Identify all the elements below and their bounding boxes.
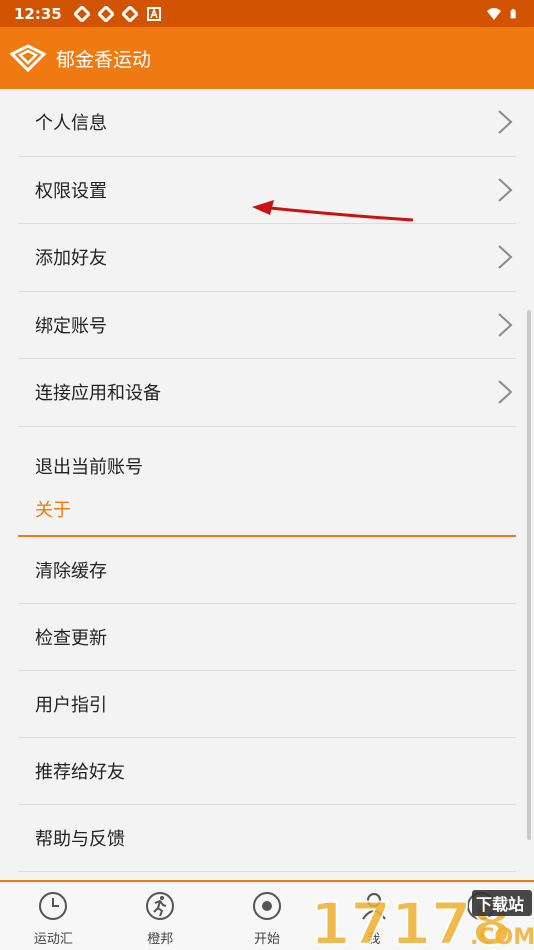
- menu-item-connect-apps[interactable]: 连接应用和设备: [18, 359, 516, 427]
- app-logo-icon: [9, 44, 47, 73]
- nav-item-me[interactable]: 我: [320, 882, 427, 950]
- app-notification-icon: [121, 5, 138, 22]
- nav-item-start[interactable]: 开始: [214, 882, 321, 950]
- a-notification-icon: [146, 6, 161, 21]
- nav-item-sports-hub[interactable]: 运动汇: [0, 882, 107, 950]
- menu-item-help-feedback[interactable]: 帮助与反馈: [18, 805, 516, 872]
- menu-item-clear-cache[interactable]: 清除缓存: [18, 537, 516, 604]
- menu-item-label: 清除缓存: [35, 560, 107, 582]
- nav-label: 我: [367, 932, 381, 947]
- person-icon: [361, 893, 386, 920]
- menu-item-logout[interactable]: 退出当前账号: [18, 427, 516, 496]
- menu-item-add-friend[interactable]: 添加好友: [18, 224, 516, 292]
- menu-item-permissions[interactable]: 权限设置: [18, 157, 516, 224]
- chevron-right-icon: [498, 245, 513, 269]
- nav-label: 运动汇: [33, 932, 73, 947]
- app-bar: 郁金香运动: [0, 27, 534, 89]
- menu-item-label: 帮助与反馈: [35, 828, 125, 850]
- menu-item-label: 添加好友: [35, 248, 107, 270]
- status-bar: 12:35: [0, 0, 534, 27]
- settings-menu: 个人信息 权限设置 添加好友 绑定账号 连接应用和设备 退出当前账号 关于 清除…: [0, 89, 534, 872]
- menu-item-bind-account[interactable]: 绑定账号: [18, 292, 516, 359]
- clock-icon: [39, 892, 68, 920]
- app-notification-icon: [97, 5, 114, 22]
- menu-item-label: 权限设置: [35, 180, 107, 202]
- nav-item-more[interactable]: [427, 882, 534, 950]
- chevron-right-icon: [498, 178, 513, 202]
- status-time: 12:35: [14, 4, 62, 23]
- scrollbar[interactable]: [527, 310, 531, 840]
- app-title: 郁金香运动: [56, 48, 152, 71]
- nav-label: 橙邦: [147, 932, 174, 947]
- menu-item-label: 个人信息: [35, 113, 107, 135]
- menu-item-personal-info[interactable]: 个人信息: [18, 89, 516, 157]
- chevron-right-icon: [498, 380, 513, 404]
- runner-icon: [146, 892, 175, 920]
- menu-item-label: 用户指引: [35, 694, 107, 716]
- menu-item-label: 连接应用和设备: [35, 383, 161, 405]
- wifi-icon: [487, 7, 501, 20]
- menu-item-label: 推荐给好友: [35, 761, 125, 783]
- nav-item-orange-club[interactable]: 橙邦: [107, 882, 214, 950]
- chevron-right-icon: [498, 313, 513, 337]
- more-icon: [466, 892, 495, 920]
- battery-icon: [510, 8, 516, 18]
- bottom-nav: 运动汇 橙邦 开始 我: [0, 880, 534, 950]
- menu-item-check-update[interactable]: 检查更新: [18, 604, 516, 671]
- menu-item-recommend[interactable]: 推荐给好友: [18, 738, 516, 805]
- nav-label: 开始: [253, 932, 280, 947]
- chevron-right-icon: [498, 110, 513, 134]
- record-icon: [252, 892, 281, 920]
- menu-item-label: 绑定账号: [35, 315, 107, 337]
- menu-item-label: 退出当前账号: [35, 456, 143, 478]
- menu-item-label: 检查更新: [35, 627, 107, 649]
- menu-item-user-guide[interactable]: 用户指引: [18, 671, 516, 738]
- notification-icons: [73, 5, 162, 22]
- section-header-about: 关于: [18, 496, 516, 537]
- app-notification-icon: [73, 5, 90, 22]
